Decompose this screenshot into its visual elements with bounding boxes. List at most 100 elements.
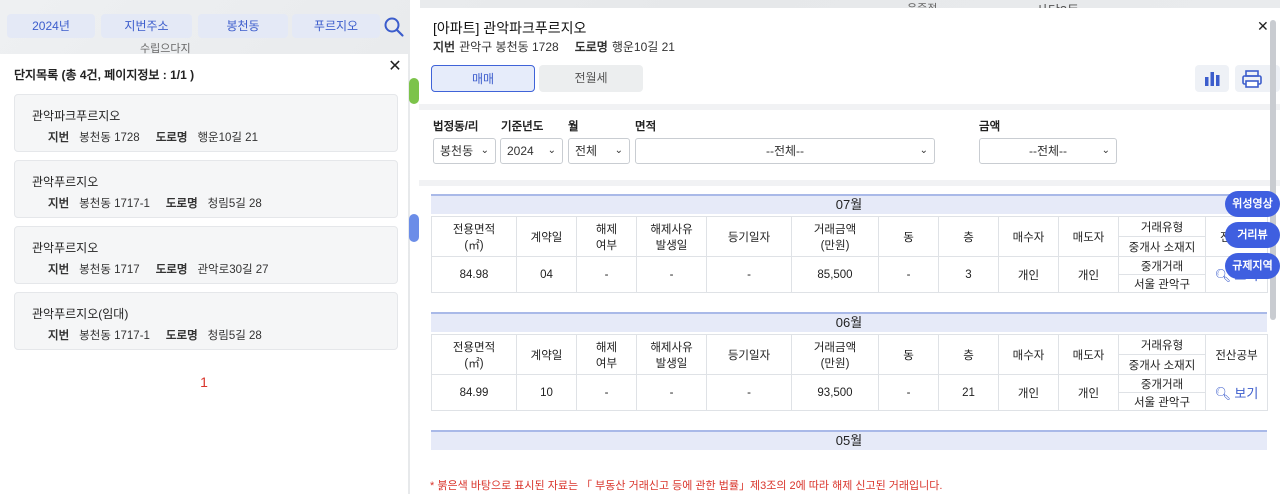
- section-divider: [419, 104, 1280, 110]
- header-contract-day: 계약일: [516, 216, 577, 257]
- cell-price: 85,500: [791, 256, 879, 293]
- year-select[interactable]: 2024 ⌄: [500, 138, 563, 164]
- complex-list-panel: 단지목록 (총 4건, 페이지정보 : 1/1 ) ✕ 관악파크푸르지오 지번 봉…: [0, 54, 408, 494]
- satellite-button[interactable]: 위성영상: [1225, 191, 1280, 217]
- header-dong: 동: [878, 334, 939, 375]
- cell-contract-day: 04: [516, 256, 577, 293]
- chart-button[interactable]: [1195, 65, 1229, 92]
- road-label: 도로명: [574, 40, 608, 54]
- complex-list-item[interactable]: 관악푸르지오(임대) 지번 봉천동 1717-1 도로명 청림5길 28: [14, 292, 398, 350]
- filter-label-month: 월: [568, 121, 579, 133]
- price-select-value: --전체--: [1028, 144, 1068, 158]
- close-icon[interactable]: ✕: [386, 58, 404, 76]
- jibun-label: 지번: [48, 264, 70, 276]
- search-tab-keyword[interactable]: 푸르지오: [292, 14, 380, 38]
- tab-rent[interactable]: 전월세: [539, 65, 643, 92]
- header-floor: 층: [938, 334, 999, 375]
- cell-floor: 21: [938, 374, 999, 411]
- jibun-label: 지번: [433, 40, 456, 54]
- complex-address: 지번 관악구 봉천동 1728 도로명 행운10길 21: [433, 38, 675, 55]
- complex-title: [아파트] 관악파크푸르지오: [433, 20, 587, 36]
- view-link[interactable]: 🔍︎ 보기: [1205, 374, 1268, 411]
- month-header: 05월: [431, 430, 1267, 450]
- jibun-value: 관악구 봉천동 1728: [459, 40, 559, 54]
- regulated-area-button[interactable]: 규제지역: [1225, 253, 1280, 279]
- header-seller: 매도자: [1058, 334, 1119, 375]
- complex-name: 관악푸르지오(임대): [32, 307, 129, 321]
- header-seller: 매도자: [1058, 216, 1119, 257]
- complex-list-item[interactable]: 관악푸르지오 지번 봉천동 1717-1 도로명 청림5길 28: [14, 160, 398, 218]
- dong-select-value: 봉천동: [440, 144, 474, 158]
- header-registration-date: 등기일자: [706, 216, 792, 257]
- month-select-value: 전체: [575, 144, 598, 158]
- price-select[interactable]: --전체-- ⌄: [979, 138, 1117, 164]
- area-select-value: --전체--: [765, 144, 805, 158]
- search-bar: 2024년 지번주소 봉천동 푸르지오: [0, 8, 408, 44]
- header-cancel-date: 해제사유 발생일: [636, 216, 707, 257]
- close-icon[interactable]: ✕: [1257, 18, 1269, 35]
- complex-address: 지번 봉천동 1717-1 도로명 청림5길 28: [48, 195, 262, 211]
- header-cancel-date: 해제사유 발생일: [636, 334, 707, 375]
- map-marker[interactable]: [409, 78, 419, 104]
- road-value: 행운10길 21: [197, 132, 258, 144]
- header-trade-type: 거래유형: [1118, 216, 1206, 237]
- complex-name: 관악파크푸르지오: [32, 109, 121, 123]
- detail-panel: [아파트] 관악파크푸르지오 지번 관악구 봉천동 1728 도로명 행운10길 21…: [419, 8, 1280, 494]
- deal-table: 전용면적 (㎡) 계약일 해제 여부 해제사유 발생일 등기일자 거래금액 (만…: [431, 334, 1268, 411]
- header-buyer: 매수자: [998, 334, 1059, 375]
- header-registration-date: 등기일자: [706, 334, 792, 375]
- month-select[interactable]: 전체 ⌄: [568, 138, 630, 164]
- filter-label-dong: 법정동/리: [433, 121, 479, 133]
- page-number[interactable]: 1: [0, 374, 408, 390]
- chevron-down-icon: ⌄: [614, 145, 623, 156]
- cell-area: 84.98: [431, 256, 517, 293]
- complex-address: 지번 봉천동 1717 도로명 관악로30길 27: [48, 261, 269, 277]
- search-tab-dong[interactable]: 봉천동: [198, 14, 288, 38]
- jibun-value: 봉천동 1717-1: [79, 198, 150, 210]
- cell-seller: 개인: [1058, 374, 1119, 411]
- header-buyer: 매수자: [998, 216, 1059, 257]
- map-marker[interactable]: [409, 214, 419, 242]
- street-view-button[interactable]: 거리뷰: [1225, 222, 1280, 248]
- road-value: 청림5길 28: [207, 198, 262, 210]
- complex-list-item[interactable]: 관악파크푸르지오 지번 봉천동 1728 도로명 행운10길 21: [14, 94, 398, 152]
- jibun-value: 봉천동 1717-1: [79, 330, 150, 342]
- road-label: 도로명: [155, 264, 188, 276]
- table-row: 84.98 04 - - - 85,500 - 3 개인 개인 중개거래 🔍︎ …: [431, 256, 1268, 293]
- bar-chart-icon: [1205, 72, 1220, 86]
- header-cancel: 해제 여부: [576, 216, 637, 257]
- search-tab-address-type[interactable]: 지번주소: [101, 14, 192, 38]
- complex-list-item[interactable]: 관악푸르지오 지번 봉천동 1717 도로명 관악로30길 27: [14, 226, 398, 284]
- jibun-value: 봉천동 1728: [79, 132, 140, 144]
- jibun-label: 지번: [48, 198, 70, 210]
- filter-label-price: 금액: [979, 121, 1001, 133]
- complex-address: 지번 봉천동 1728 도로명 행운10길 21: [48, 129, 258, 145]
- header-trade-type: 거래유형: [1118, 334, 1206, 355]
- cell-floor: 3: [938, 256, 999, 293]
- search-icon[interactable]: [383, 16, 405, 38]
- cell-trade-type: 중개거래: [1118, 256, 1206, 275]
- header-area: 전용면적 (㎡): [431, 334, 517, 375]
- search-tab-year[interactable]: 2024년: [7, 14, 95, 38]
- cell-price: 93,500: [791, 374, 879, 411]
- deal-table: 전용면적 (㎡) 계약일 해제 여부 해제사유 발생일 등기일자 거래금액 (만…: [431, 216, 1268, 293]
- dong-select[interactable]: 봉천동 ⌄: [433, 138, 496, 164]
- complex-address: 지번 봉천동 1717-1 도로명 청림5길 28: [48, 327, 262, 343]
- cell-cancel-date: -: [636, 256, 707, 293]
- cell-buyer: 개인: [998, 256, 1059, 293]
- road-label: 도로명: [155, 132, 188, 144]
- area-select[interactable]: --전체-- ⌄: [635, 138, 935, 164]
- printer-icon: [1242, 70, 1262, 88]
- header-price: 거래금액 (만원): [791, 216, 879, 257]
- header-broker-location: 중개사 소재지: [1118, 354, 1206, 375]
- cell-seller: 개인: [1058, 256, 1119, 293]
- header-contract-day: 계약일: [516, 334, 577, 375]
- filter-label-year: 기준년도: [501, 121, 544, 133]
- month-header: 06월: [431, 312, 1267, 332]
- table-row: 84.99 10 - - - 93,500 - 21 개인 개인 중개거래 🔍︎…: [431, 374, 1268, 411]
- chevron-down-icon: ⌄: [1101, 145, 1110, 156]
- tab-sale[interactable]: 매매: [431, 65, 535, 92]
- jibun-label: 지번: [48, 330, 70, 342]
- road-value: 관악로30길 27: [197, 264, 269, 276]
- cell-cancel: -: [576, 256, 637, 293]
